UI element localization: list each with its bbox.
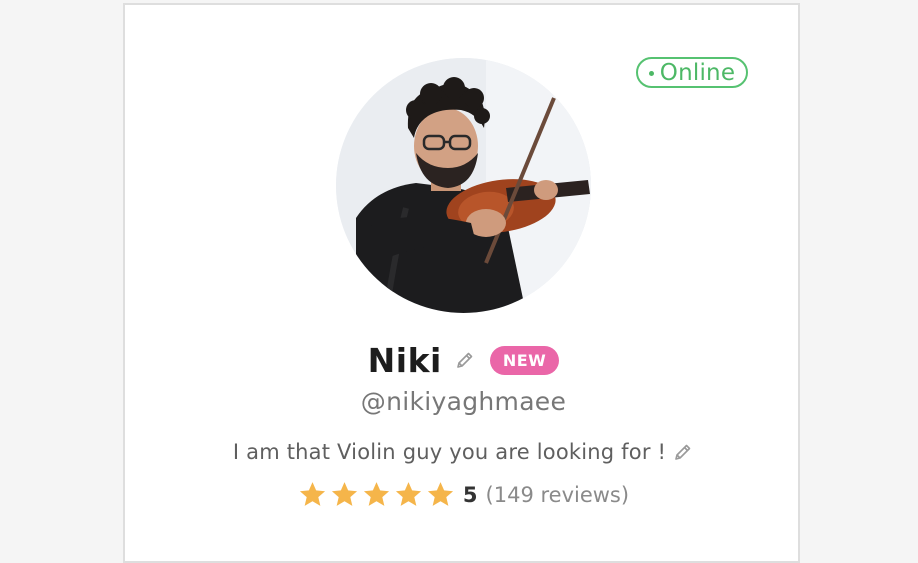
status-label: Online bbox=[659, 59, 736, 86]
status-dot-icon bbox=[648, 71, 654, 76]
star-icon bbox=[363, 482, 389, 506]
pencil-icon[interactable] bbox=[454, 349, 476, 371]
name-row: Niki NEW bbox=[125, 338, 802, 382]
star-icon bbox=[395, 482, 421, 506]
avatar-photo bbox=[336, 58, 591, 313]
pencil-icon[interactable] bbox=[672, 441, 694, 463]
bio-row: I am that Violin guy you are looking for… bbox=[125, 440, 802, 464]
online-status-badge: Online bbox=[636, 57, 748, 88]
profile-name: Niki bbox=[367, 340, 442, 380]
new-badge: NEW bbox=[489, 345, 560, 375]
star-icon bbox=[299, 482, 325, 506]
star-icon bbox=[427, 482, 453, 506]
rating-row: 5 (149 reviews) bbox=[125, 480, 802, 509]
profile-bio: I am that Violin guy you are looking for… bbox=[232, 440, 667, 464]
rating-value: 5 bbox=[462, 482, 478, 507]
rating-stars bbox=[298, 480, 455, 509]
reviews-count-link[interactable]: (149 reviews) bbox=[486, 483, 630, 507]
profile-handle: @nikiyaghmaee bbox=[360, 387, 567, 416]
star-icon bbox=[331, 482, 357, 506]
avatar[interactable] bbox=[336, 58, 591, 313]
profile-card: Online Niki NEW @nikiyaghmaee I am that … bbox=[123, 3, 800, 563]
